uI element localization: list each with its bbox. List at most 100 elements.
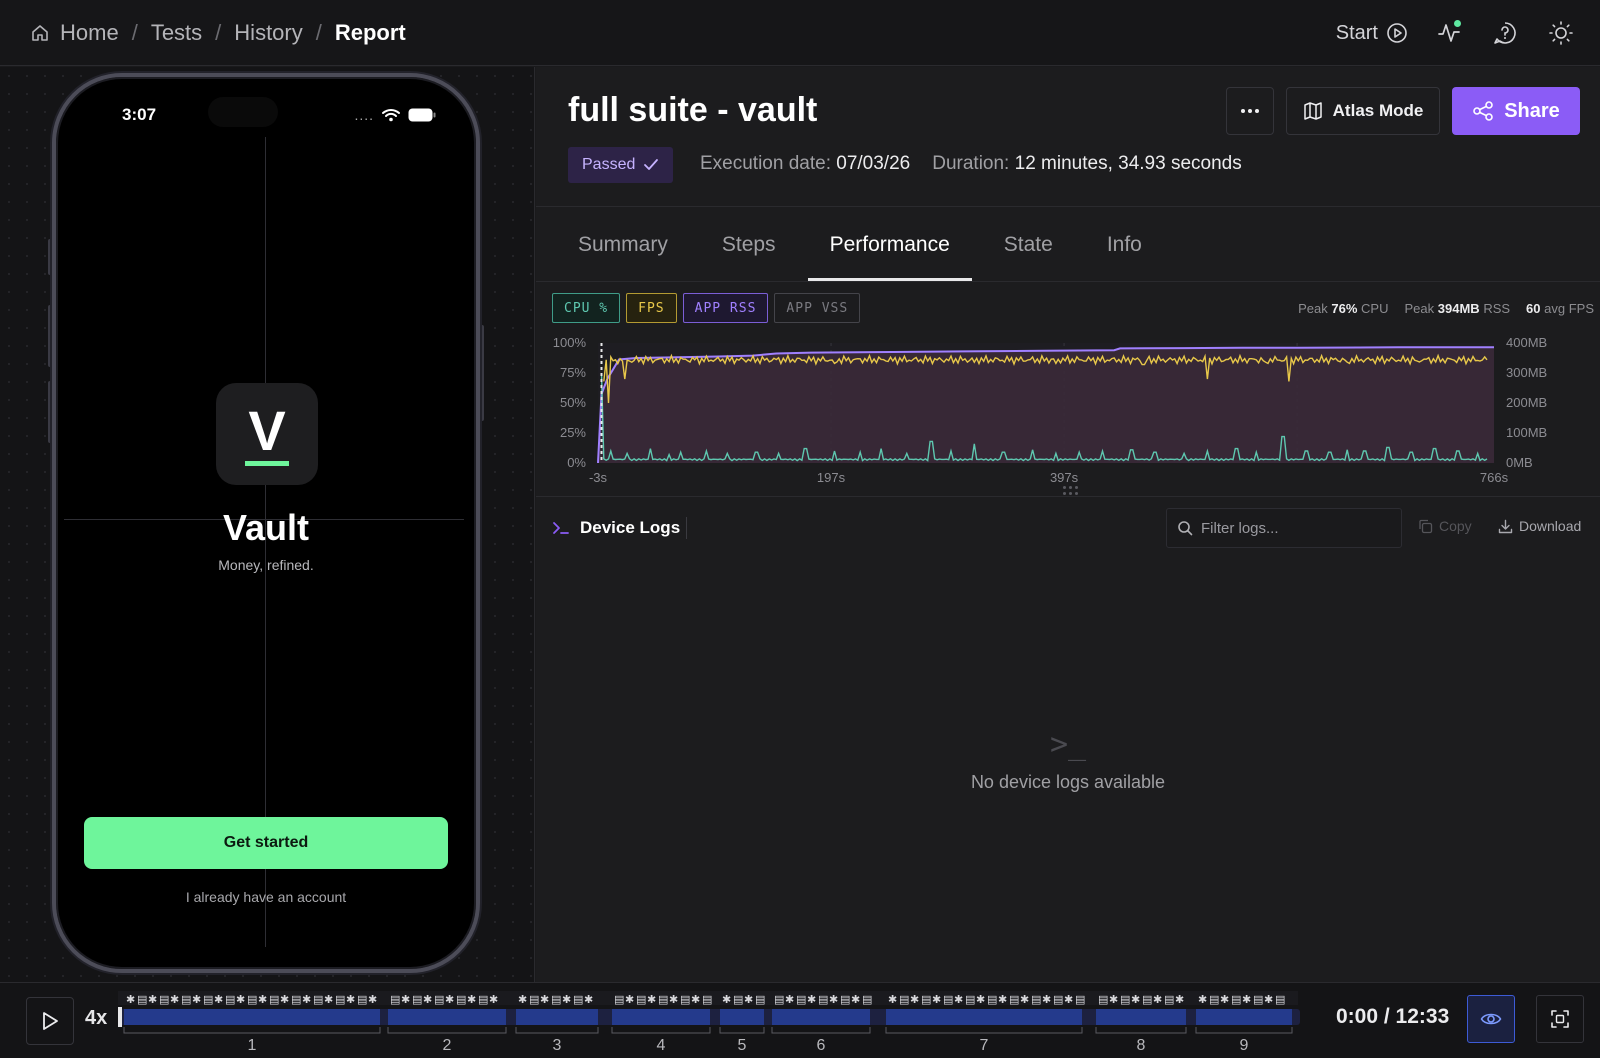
step-action-icon: ✱ (562, 993, 571, 1006)
step-action-icon: ✱ (584, 993, 593, 1006)
step-action-icon: ✱ (785, 993, 794, 1006)
step-group-label[interactable]: 8 (1137, 1037, 1146, 1054)
tab-performance[interactable]: Performance (807, 208, 973, 281)
step-action-icon: ▤ (987, 993, 997, 1006)
fullscreen-button[interactable] (1536, 995, 1584, 1043)
y-right-tick-label: 200MB (1506, 395, 1547, 410)
y-right-tick-label: 400MB (1506, 335, 1547, 350)
step-group-label[interactable]: 6 (817, 1037, 826, 1054)
step-action-icon: ▤ (755, 993, 765, 1006)
existing-account-link[interactable]: I already have an account (56, 889, 476, 905)
more-options-button[interactable] (1226, 87, 1274, 135)
help-chat-icon (1494, 22, 1516, 44)
step-action-icon: ✱ (401, 993, 410, 1006)
step-group-label[interactable]: 4 (657, 1037, 666, 1054)
tab-state[interactable]: State (982, 208, 1075, 281)
breadcrumb-history[interactable]: History (234, 20, 302, 46)
avg-fps-value: 60 (1526, 301, 1541, 316)
step-action-icon: ✱ (829, 993, 838, 1006)
breadcrumb-separator: / (215, 19, 222, 45)
step-action-icon: ▤ (551, 993, 561, 1006)
step-action-icon: ✱ (126, 993, 135, 1006)
step-action-icon: ▤ (899, 993, 909, 1006)
home-icon[interactable] (30, 23, 50, 43)
download-label: Download (1519, 518, 1582, 534)
checkmark-icon (644, 159, 659, 170)
download-icon (1498, 519, 1513, 533)
step-action-icon: ▤ (313, 993, 323, 1006)
step-action-icon: ✱ (1175, 993, 1184, 1006)
peak-rss-prefix: Peak (1404, 301, 1435, 316)
step-group-label[interactable]: 2 (443, 1037, 452, 1054)
step-action-icon: ▤ (774, 993, 784, 1006)
copy-icon (1419, 519, 1433, 533)
peak-stats: Peak 76% CPU Peak 394MB RSS 60 avg FPS (1298, 301, 1594, 316)
breadcrumb: Home / Tests / History / Report (30, 20, 406, 46)
timeline-segment (612, 1009, 710, 1025)
legend-cpu-toggle[interactable]: CPU % (552, 293, 621, 323)
legend-fps-toggle[interactable]: FPS (626, 293, 677, 323)
step-action-icon: ✱ (148, 993, 157, 1006)
share-button[interactable]: Share (1452, 87, 1580, 135)
terminal-placeholder-icon: >_ (1049, 727, 1087, 762)
resize-handle[interactable] (1063, 486, 1078, 495)
legend-app-rss-toggle[interactable]: APP RSS (682, 293, 769, 323)
breadcrumb-separator: / (315, 19, 322, 45)
visibility-toggle-button[interactable] (1467, 995, 1515, 1043)
playback-time: 0:00 / 12:33 (1336, 1005, 1450, 1028)
step-group-label[interactable]: 1 (248, 1037, 257, 1054)
tab-summary[interactable]: Summary (556, 208, 690, 281)
performance-chart[interactable]: 100% 75% 50% 25% 0% 400MB 300MB 200MB 100MB 0MB -3… (536, 329, 1600, 485)
step-group-label[interactable]: 7 (980, 1037, 989, 1054)
series-app-rss-area (598, 347, 1494, 463)
duration: Duration: 12 minutes, 34.93 seconds (932, 153, 1241, 175)
device-preview-panel: 3:07 .... V Vault Money, refined. Get st… (0, 67, 535, 982)
get-started-button[interactable]: Get started (84, 817, 448, 869)
step-action-icon: ✱ (368, 993, 377, 1006)
breadcrumb-home[interactable]: Home (60, 20, 119, 46)
download-logs-button[interactable]: Download (1498, 518, 1581, 534)
share-icon (1473, 101, 1494, 121)
step-action-icon: ▤ (862, 993, 872, 1006)
step-action-icon: ✱ (954, 993, 963, 1006)
step-action-icon: ▤ (1053, 993, 1063, 1006)
legend-app-vss-toggle[interactable]: APP VSS (774, 293, 861, 323)
step-group-label[interactable]: 9 (1240, 1037, 1249, 1054)
step-action-icon: ✱ (625, 993, 634, 1006)
step-group-label[interactable]: 5 (738, 1037, 747, 1054)
phone-status-bar: 3:07 .... (56, 97, 476, 127)
play-icon (43, 1012, 58, 1030)
step-action-icon: ✱ (302, 993, 311, 1006)
start-button[interactable]: Start (1336, 22, 1408, 45)
filter-logs-input[interactable] (1201, 519, 1391, 537)
report-panel: full suite - vault Passed Execution date… (536, 67, 1600, 982)
playback-speed-button[interactable]: 4x (85, 1007, 107, 1030)
atlas-mode-button[interactable]: Atlas Mode (1286, 87, 1440, 135)
chart-legend: CPU % FPS APP RSS APP VSS (552, 293, 861, 323)
y-left-tick-label: 50% (560, 395, 586, 410)
dynamic-island (208, 97, 278, 127)
duration-value: 12 minutes, 34.93 seconds (1014, 153, 1242, 174)
play-circle-icon (1387, 23, 1407, 43)
help-button[interactable] (1490, 18, 1520, 48)
step-action-icon: ▤ (943, 993, 953, 1006)
step-group-bracket (515, 1027, 599, 1034)
activity-button[interactable] (1434, 18, 1464, 48)
play-button[interactable] (26, 997, 74, 1045)
step-timeline[interactable]: ✱ ▤ ✱ ▤ ✱ ▤ ✱ ▤ ✱ ▤ ✱ ▤ ✱ ▤ ✱ ▤ ✱ ▤ ✱ ▤ ✱ ▤ ✱ ▤ ✱ ▤ ✱ ▤ ✱ ▤ ✱ ▤ ✱ ✱ ▤ ✱ ▤ ✱ ▤ ✱… (118, 985, 1330, 1057)
breadcrumb-tests[interactable]: Tests (151, 20, 202, 46)
y-right-tick-label: 100MB (1506, 425, 1547, 440)
step-action-icon: ▤ (1031, 993, 1041, 1006)
tab-info[interactable]: Info (1085, 208, 1164, 281)
step-action-icon: ▤ (818, 993, 828, 1006)
tab-steps[interactable]: Steps (700, 208, 798, 281)
copy-logs-button[interactable]: Copy (1418, 518, 1472, 534)
theme-toggle-button[interactable] (1546, 18, 1576, 48)
cellular-signal-icon: .... (354, 107, 374, 123)
step-action-icon: ▤ (1231, 993, 1241, 1006)
device-logs-toolbar: Device Logs Copy Download (536, 498, 1600, 558)
step-group-label[interactable]: 3 (553, 1037, 562, 1054)
x-tick-label: 397s (1050, 470, 1079, 485)
step-action-icon: ▤ (456, 993, 466, 1006)
filter-logs-field[interactable] (1166, 508, 1402, 548)
